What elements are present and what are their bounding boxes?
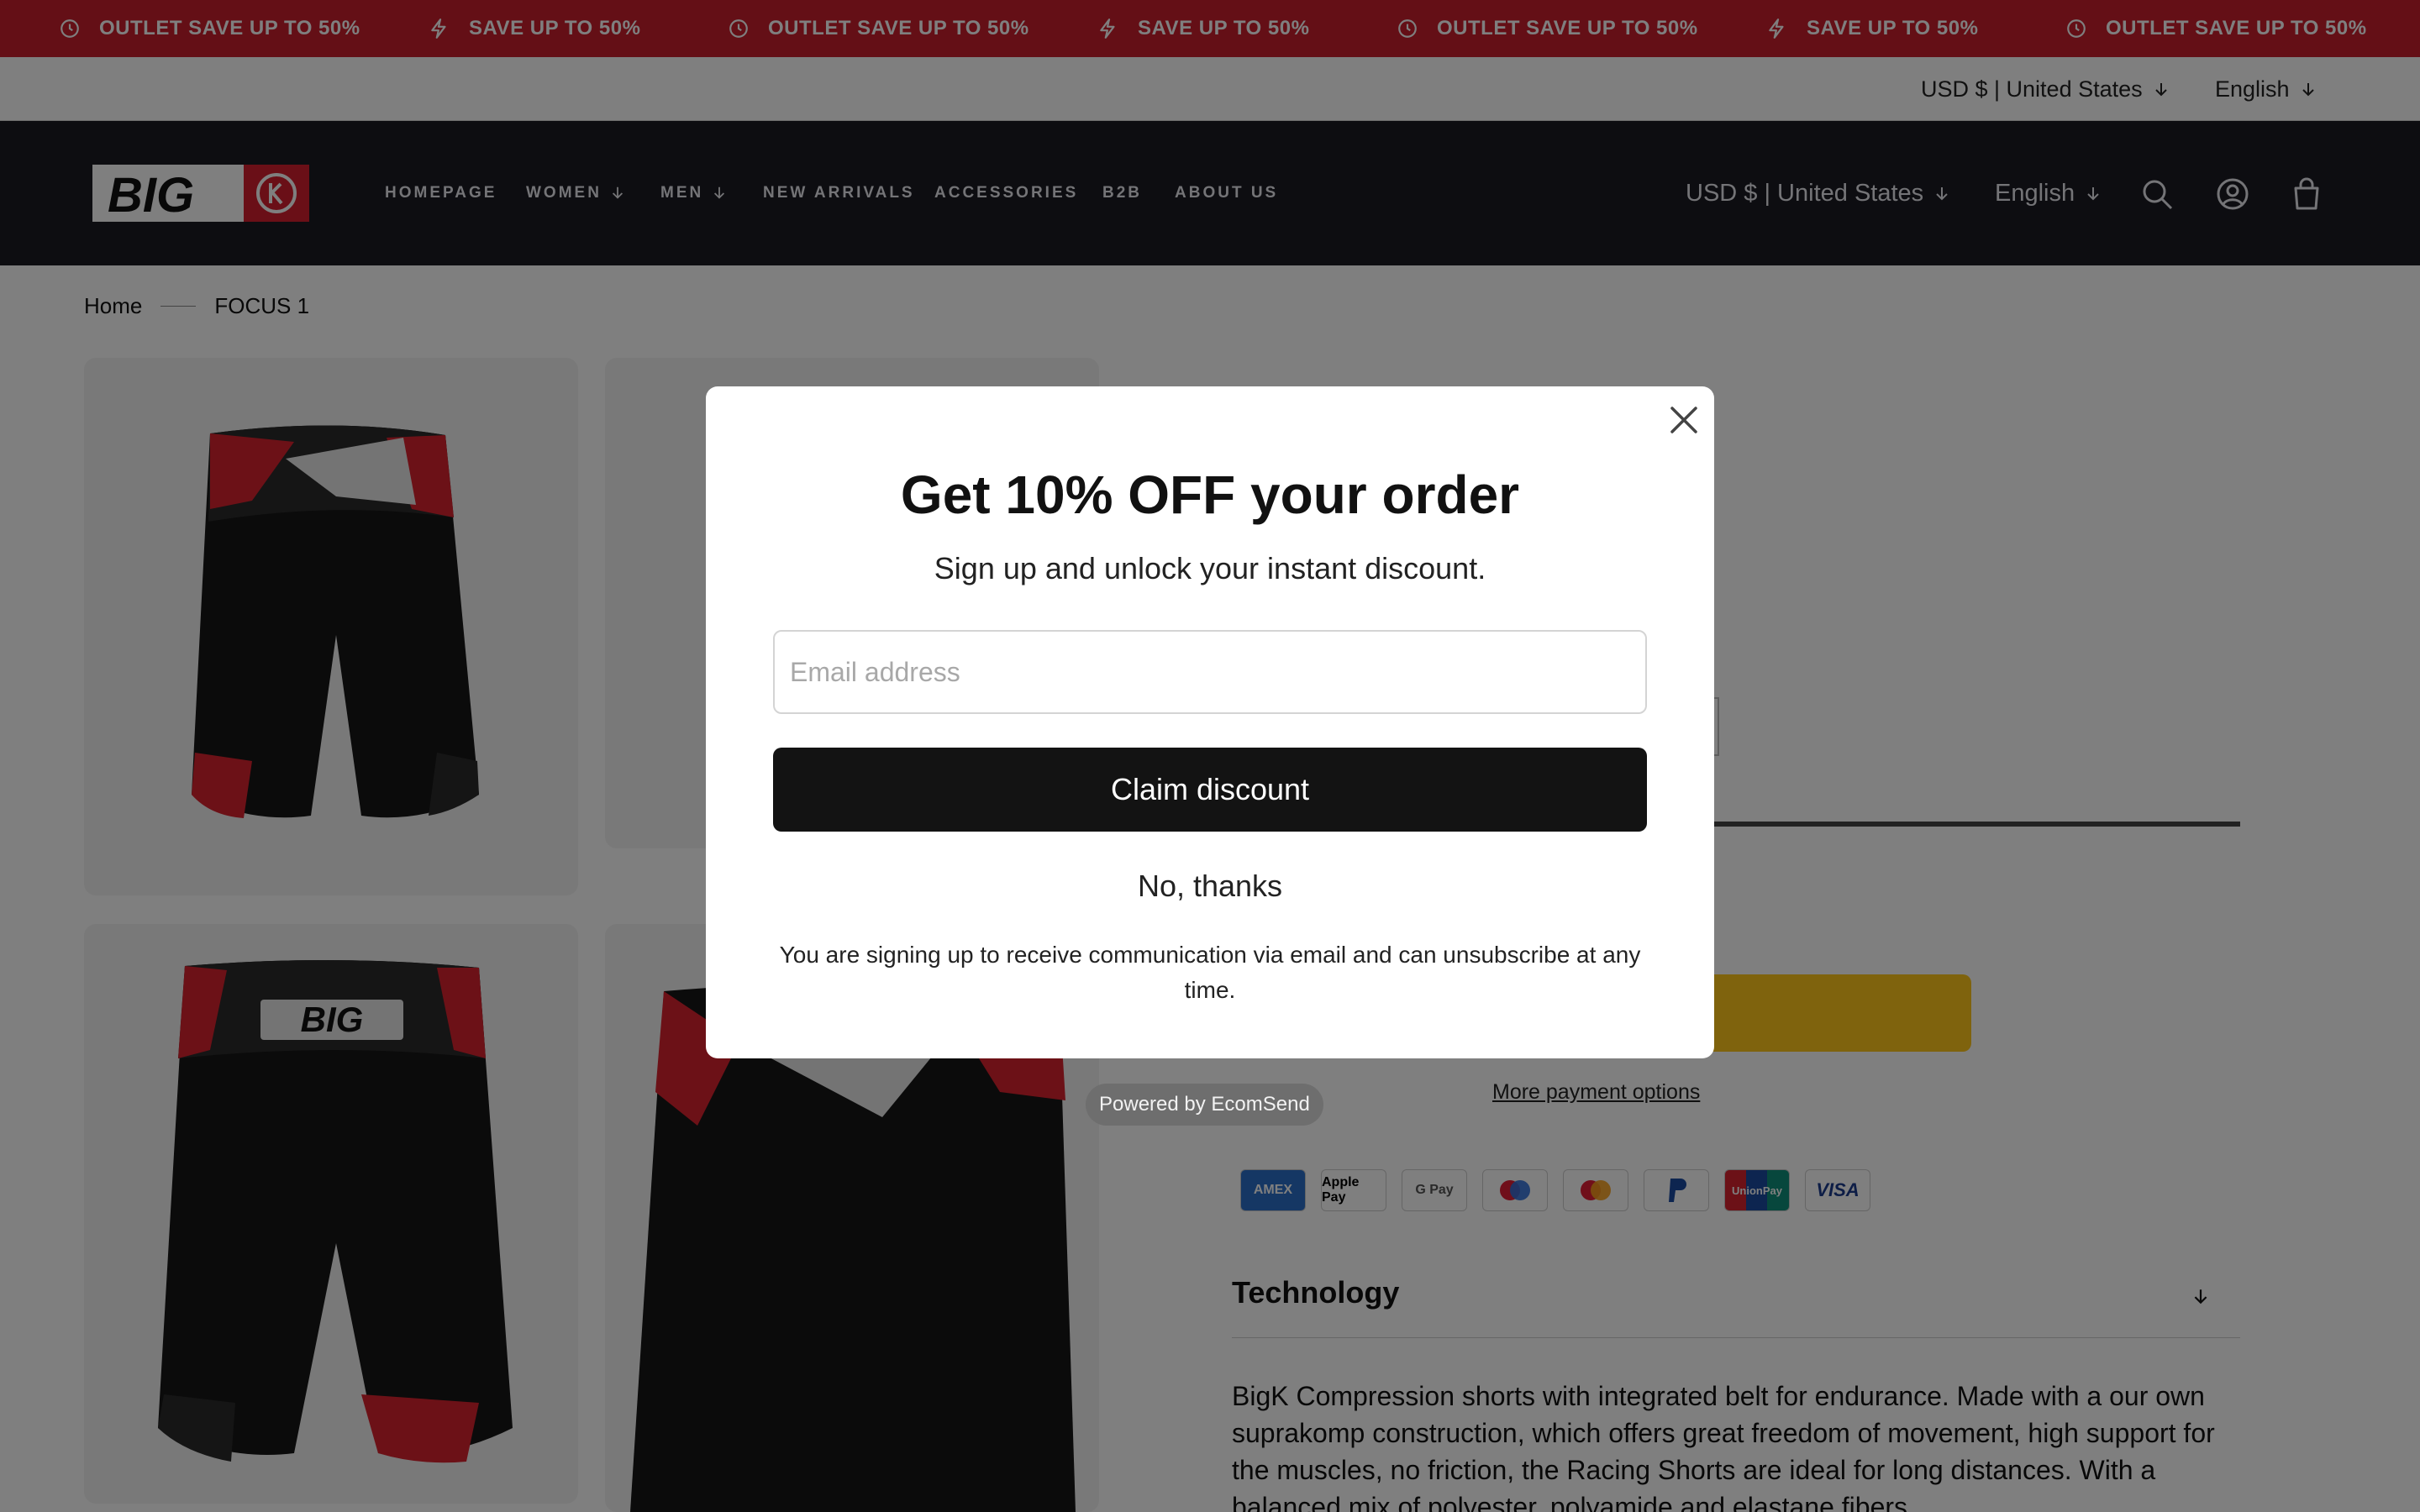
close-icon[interactable] xyxy=(1665,402,1702,438)
discount-popup: Get 10% OFF your order Sign up and unloc… xyxy=(706,386,1714,1058)
claim-discount-button[interactable]: Claim discount xyxy=(773,748,1647,832)
popup-title: Get 10% OFF your order xyxy=(900,465,1520,525)
popup-disclaimer: You are signing up to receive communicat… xyxy=(779,942,1641,1003)
popup-subtitle: Sign up and unlock your instant discount… xyxy=(934,551,1486,585)
email-field[interactable] xyxy=(773,630,1647,714)
decline-button[interactable]: No, thanks xyxy=(706,869,1714,904)
powered-by-badge[interactable]: Powered by EcomSend xyxy=(1086,1084,1323,1126)
